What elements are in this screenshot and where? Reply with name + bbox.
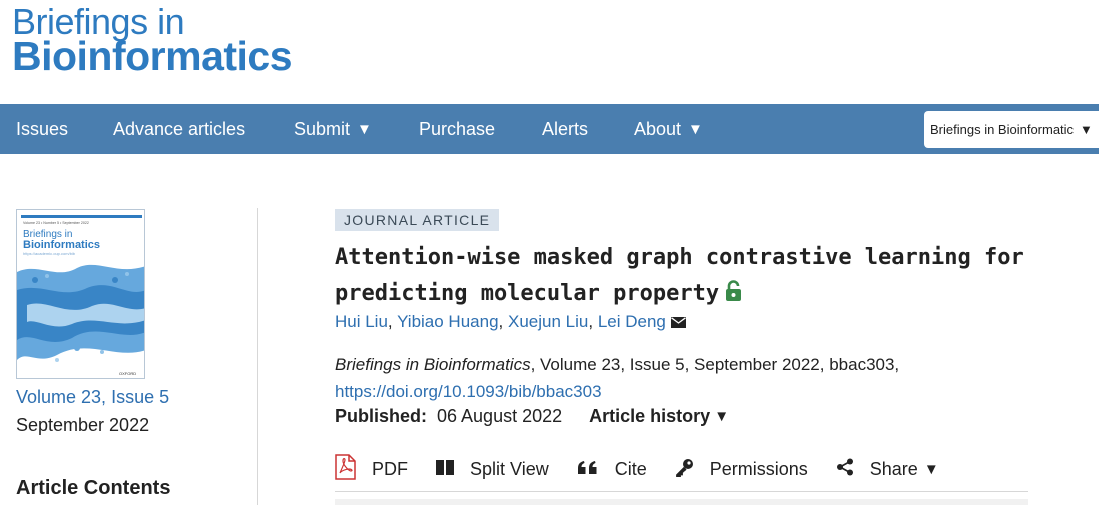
published-label: Published:: [335, 406, 428, 426]
nav-label: Issues: [16, 118, 69, 139]
author-separator: ,: [387, 312, 393, 331]
split-view-label: Split View: [470, 459, 549, 479]
nav-issues[interactable]: Issues: [16, 119, 68, 140]
citation: Briefings in Bioinformatics, Volume 23, …: [335, 351, 1035, 405]
author-link[interactable]: Hui Liu: [335, 312, 388, 331]
published-date: 06 August 2022: [437, 406, 563, 426]
article-type-badge: JOURNAL ARTICLE: [335, 209, 500, 231]
pdf-label: PDF: [372, 459, 408, 479]
nav-submit[interactable]: Submit ▼: [294, 119, 372, 140]
author-list: Hui Liu, Yibiao Huang, Xuejun Liu, Lei D…: [335, 312, 686, 333]
doi-link[interactable]: https://doi.org/10.1093/bib/bbac303: [335, 382, 602, 401]
nav-purchase[interactable]: Purchase: [419, 119, 495, 140]
nav-label: About: [634, 118, 682, 139]
column-divider: [257, 208, 258, 505]
article-history-label: Article history: [589, 406, 711, 426]
volume-issue-link[interactable]: Volume 23, Issue 5: [16, 387, 169, 408]
pdf-button[interactable]: PDF: [335, 454, 408, 485]
cover-title-2: Bioinformatics: [23, 239, 100, 251]
author-link[interactable]: Yibiao Huang: [397, 312, 498, 331]
article-history-toggle[interactable]: Article history ▼: [589, 406, 729, 427]
article-title-text: Attention-wise masked graph contrastive …: [335, 245, 1024, 306]
nav-about[interactable]: About ▼: [634, 119, 703, 140]
open-access-lock-icon: [725, 278, 742, 314]
main-nav: Issues Advance articles Submit ▼ Purchase…: [0, 104, 1099, 154]
nav-advance-articles[interactable]: Advance articles: [113, 119, 245, 140]
author-separator: ,: [588, 312, 594, 331]
toolbar-divider: [335, 491, 1028, 492]
issue-cover-image[interactable]: Volume 23 • Number 5 • September 2022 Br…: [16, 209, 145, 379]
nav-label: Advance articles: [113, 118, 246, 139]
mail-icon[interactable]: [670, 313, 686, 333]
publication-info: Published: 06 August 2022 Article histor…: [335, 406, 729, 427]
cite-label: Cite: [614, 459, 647, 479]
key-icon: [675, 458, 702, 482]
author-link[interactable]: Xuejun Liu: [508, 312, 588, 331]
cover-meta: Volume 23 • Number 5 • September 2022: [23, 221, 89, 225]
quote-icon: [577, 459, 607, 480]
cite-button[interactable]: Cite: [577, 459, 647, 480]
journal-select[interactable]: Briefings in Bioinformatics ▼: [924, 111, 1099, 148]
cover-url: https://academic.oup.com/bib: [23, 251, 76, 256]
split-view-button[interactable]: Split View: [436, 459, 549, 480]
chevron-down-icon: ▼: [688, 120, 703, 138]
journal-name: Briefings in Bioinformatics: [335, 355, 531, 374]
chevron-down-icon: ▼: [923, 461, 939, 478]
issue-date: September 2022: [16, 415, 150, 435]
cover-artwork: Volume 23 • Number 5 • September 2022 Br…: [17, 210, 144, 378]
content-separator: [335, 499, 1028, 505]
chevron-down-icon: ▼: [714, 408, 730, 425]
author-separator: ,: [498, 312, 504, 331]
permissions-label: Permissions: [709, 459, 808, 479]
share-button[interactable]: Share ▼: [836, 458, 939, 481]
chevron-down-icon: ▼: [357, 120, 372, 138]
cover-publisher: OXFORD: [119, 371, 136, 376]
chevron-down-icon: ▼: [1080, 122, 1093, 137]
share-icon: [836, 458, 862, 481]
logo-line2: Bioinformatics: [12, 33, 293, 79]
nav-label: Submit: [294, 118, 351, 139]
author-link[interactable]: Lei Deng: [598, 312, 666, 331]
pdf-icon: [335, 454, 364, 485]
article-title: Attention-wise masked graph contrastive …: [335, 240, 1025, 314]
nav-alerts[interactable]: Alerts: [542, 119, 588, 140]
share-label: Share: [869, 459, 918, 479]
article-contents-heading[interactable]: Article Contents: [16, 477, 170, 500]
journal-logo[interactable]: Briefings in Bioinformatics: [12, 4, 293, 79]
citation-details: , Volume 23, Issue 5, September 2022, bb…: [530, 355, 900, 374]
permissions-button[interactable]: Permissions: [675, 458, 808, 482]
nav-label: Purchase: [419, 118, 496, 139]
journal-select-value: Briefings in Bioinformatics: [930, 122, 1074, 137]
nav-label: Alerts: [542, 118, 589, 139]
split-view-icon: [436, 459, 462, 480]
article-toolbar: PDF Split View Cite Permissions Share ▼: [335, 454, 939, 485]
